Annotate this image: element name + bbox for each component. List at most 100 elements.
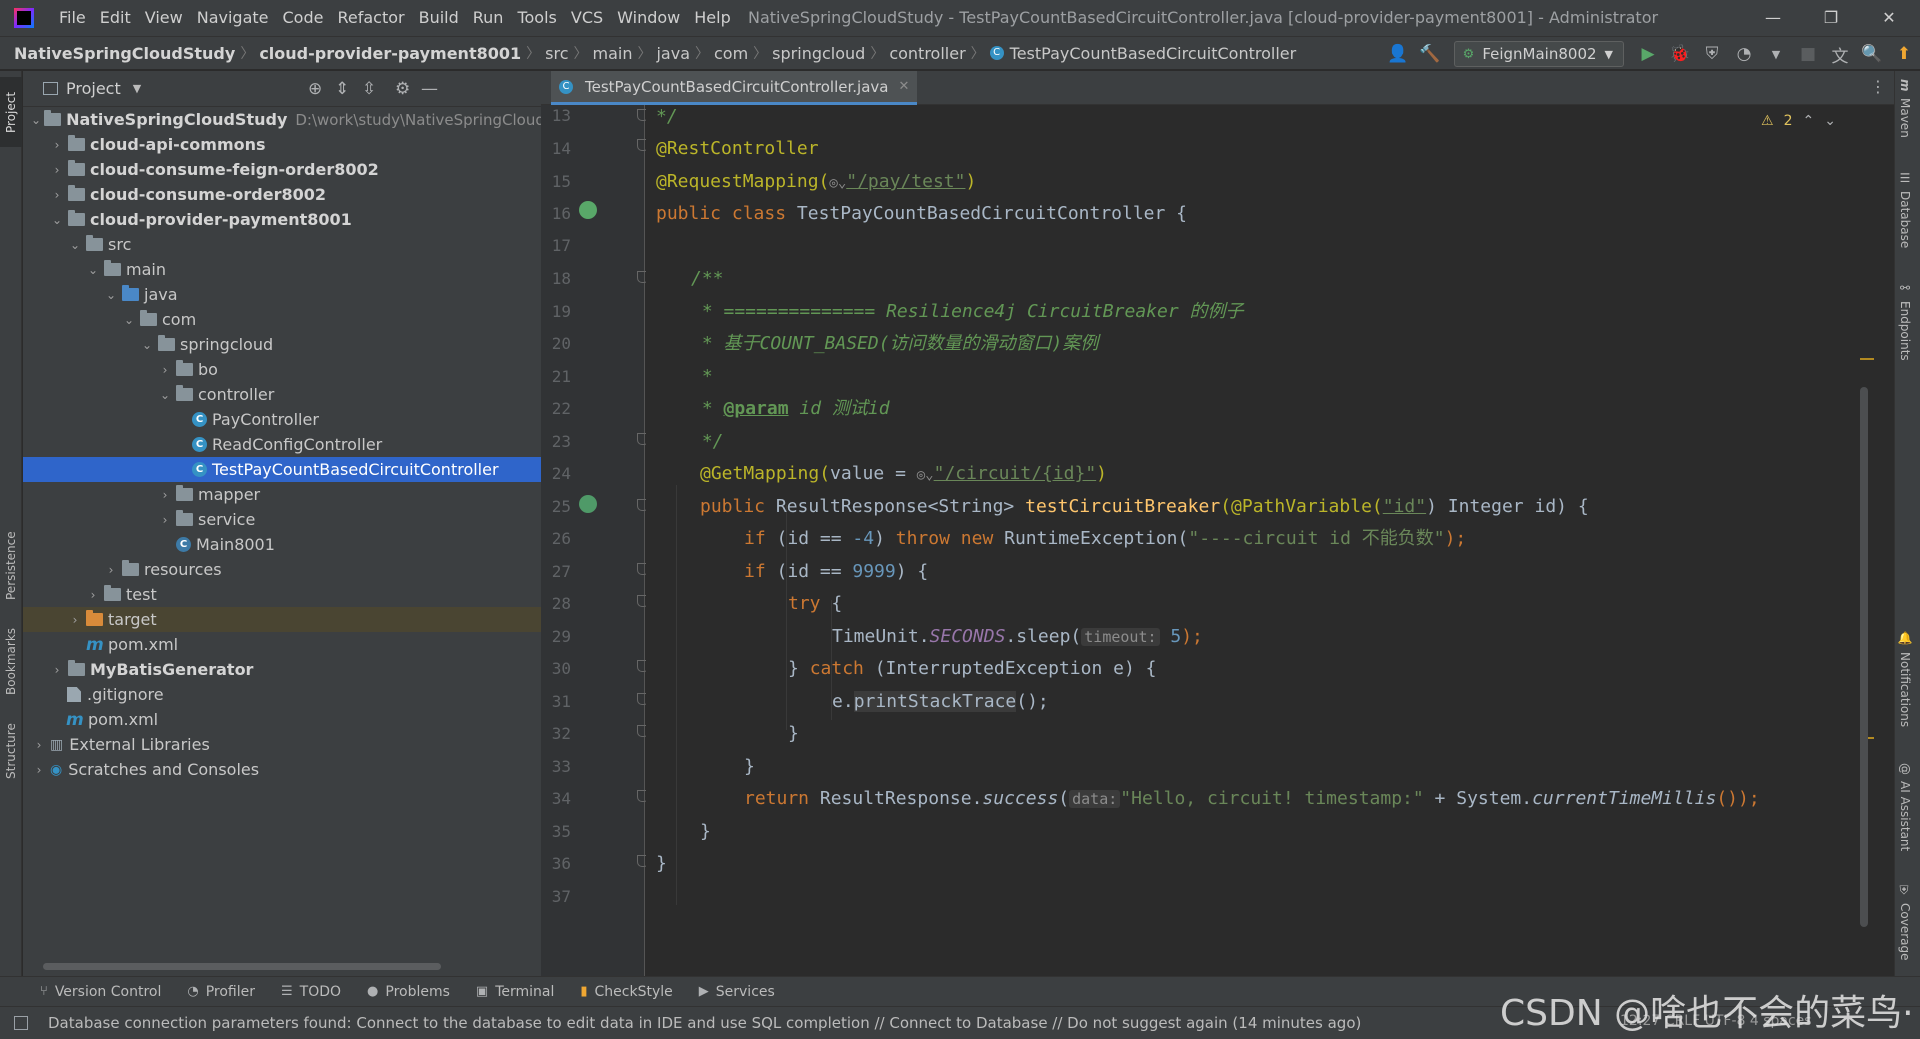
chevron-down-icon[interactable]: ⌄	[67, 238, 83, 252]
tree-item-pom-module[interactable]: m pom.xml	[23, 632, 541, 657]
breadcrumb-class[interactable]: TestPayCountBasedCircuitController	[1010, 44, 1297, 63]
tool-tab-services[interactable]: ▶ Services	[699, 984, 775, 1000]
warning-stripe[interactable]	[1860, 358, 1874, 360]
tree-item-project-root[interactable]: ⌄ NativeSpringCloudStudy D:\work\study\Nat…	[23, 107, 560, 132]
chevron-right-icon[interactable]: ›	[49, 163, 65, 177]
tool-tab-project[interactable]: Project	[0, 77, 22, 147]
tool-tab-version-control[interactable]: ⑂ Version Control	[40, 984, 161, 1000]
expand-all-icon[interactable]: ⇕	[335, 79, 349, 99]
tree-item-external-libraries[interactable]: › ▥ External Libraries	[23, 732, 541, 757]
chevron-up-icon[interactable]: ⌃	[1803, 113, 1815, 129]
minimize-button[interactable]: —	[1750, 0, 1796, 36]
breadcrumb-springcloud[interactable]: springcloud	[772, 44, 865, 63]
tree-item-mybatisgenerator[interactable]: › MyBatisGenerator	[23, 657, 541, 682]
update-icon[interactable]: ⬆	[1891, 41, 1917, 67]
chevron-right-icon[interactable]: ›	[103, 563, 119, 577]
menu-file[interactable]: File	[52, 0, 93, 36]
tree-item-mapper[interactable]: › mapper	[23, 482, 541, 507]
build-hammer-icon[interactable]: 🔨	[1417, 41, 1443, 67]
tool-tab-endpoints[interactable]: ⚯ Endpoints	[1898, 281, 1912, 361]
profiler-icon[interactable]: ◔	[1731, 41, 1757, 67]
spring-bean-icon[interactable]	[579, 201, 597, 219]
editor-tab-active[interactable]: C TestPayCountBasedCircuitController.jav…	[551, 71, 918, 105]
run-with-coverage-icon[interactable]: ⛨	[1699, 41, 1725, 67]
globe-icon[interactable]: ◎⌄	[917, 467, 934, 483]
tree-item-controller[interactable]: ⌄ controller	[23, 382, 541, 407]
tool-tab-bookmarks[interactable]: Bookmarks	[0, 621, 22, 701]
tool-tab-ai-assistant[interactable]: @ AI Assistant	[1898, 763, 1912, 851]
tree-item-src[interactable]: ⌄ src	[23, 232, 541, 257]
tree-item-cloud-provider-payment8001[interactable]: ⌄ cloud-provider-payment8001	[23, 207, 541, 232]
chevron-right-icon[interactable]: ›	[31, 763, 47, 777]
project-panel-title[interactable]: Project	[66, 79, 121, 98]
tool-tab-checkstyle[interactable]: ▮ CheckStyle	[580, 984, 672, 1000]
tree-item-cloud-consume-order8002[interactable]: › cloud-consume-order8002	[23, 182, 541, 207]
chevron-down-icon[interactable]: ▼	[133, 82, 141, 95]
menu-edit[interactable]: Edit	[93, 0, 138, 36]
chevron-right-icon[interactable]: ›	[49, 188, 65, 202]
tree-item-springcloud[interactable]: ⌄ springcloud	[23, 332, 541, 357]
tree-item-main[interactable]: ⌄ main	[23, 257, 541, 282]
tree-item-scratches[interactable]: › ◉ Scratches and Consoles	[23, 757, 541, 782]
tree-item-main8001[interactable]: C Main8001	[23, 532, 541, 557]
chevron-right-icon[interactable]: ›	[49, 663, 65, 677]
tool-tab-coverage[interactable]: ⛨ Coverage	[1898, 885, 1912, 961]
code-editor[interactable]: */ @RestController @RequestMapping(◎⌄"/p…	[646, 105, 1876, 976]
chevron-down-icon[interactable]: ⌄	[31, 113, 41, 127]
menu-code[interactable]: Code	[276, 0, 331, 36]
chevron-down-icon[interactable]: ⌄	[85, 263, 101, 277]
toggle-tool-windows-icon[interactable]	[14, 1016, 28, 1030]
chevron-down-icon[interactable]: ⌄	[157, 388, 173, 402]
tool-tab-maven[interactable]: m Maven	[1898, 79, 1912, 137]
gear-icon[interactable]: ⚙	[395, 79, 410, 99]
tree-item-resources[interactable]: › resources	[23, 557, 541, 582]
chevron-down-icon[interactable]: ⌄	[139, 338, 155, 352]
spring-endpoint-icon[interactable]	[579, 495, 597, 513]
tool-tab-notifications[interactable]: 🔔 Notifications	[1898, 631, 1912, 727]
stop-icon[interactable]: ■	[1795, 41, 1821, 67]
tool-tab-structure[interactable]: Structure	[0, 716, 22, 786]
menu-build[interactable]: Build	[412, 0, 466, 36]
chevron-right-icon[interactable]: ›	[157, 513, 173, 527]
intellij-logo-icon[interactable]	[14, 8, 34, 28]
menu-help[interactable]: Help	[687, 0, 737, 36]
tree-item-test[interactable]: › test	[23, 582, 541, 607]
chevron-down-icon[interactable]: ⌄	[121, 313, 137, 327]
close-button[interactable]: ✕	[1866, 0, 1912, 36]
chevron-down-icon[interactable]: ⌄	[103, 288, 119, 302]
search-icon[interactable]: 🔍	[1859, 41, 1885, 67]
debug-icon[interactable]: 🐞	[1667, 41, 1693, 67]
menu-window[interactable]: Window	[610, 0, 687, 36]
menu-tools[interactable]: Tools	[510, 0, 563, 36]
more-vertical-icon[interactable]: ⋮	[1870, 77, 1886, 96]
menu-view[interactable]: View	[138, 0, 190, 36]
tree-item-pom-root[interactable]: m pom.xml	[23, 707, 541, 732]
tool-tab-database[interactable]: ☰ Database	[1898, 171, 1912, 248]
breadcrumb-project[interactable]: NativeSpringCloudStudy	[14, 44, 235, 63]
collapse-all-icon[interactable]: ⇳	[362, 79, 376, 99]
run-configuration-select[interactable]: ⚙ FeignMain8002 ▼	[1453, 41, 1624, 67]
menu-vcs[interactable]: VCS	[564, 0, 610, 36]
vertical-scrollbar[interactable]	[1860, 387, 1868, 927]
tree-item-com[interactable]: ⌄ com	[23, 307, 541, 332]
tree-item-target[interactable]: › target	[23, 607, 541, 632]
user-icon[interactable]: 👤	[1385, 41, 1411, 67]
hide-panel-icon[interactable]: —	[421, 79, 438, 99]
tree-item-cloud-consume-feign-order8002[interactable]: › cloud-consume-feign-order8002	[23, 157, 541, 182]
tool-tab-persistence[interactable]: Persistence	[0, 526, 22, 606]
menu-run[interactable]: Run	[466, 0, 511, 36]
tree-item-gitignore[interactable]: .gitignore	[23, 682, 541, 707]
more-run-options-icon[interactable]: ▼	[1763, 41, 1789, 67]
tool-tab-problems[interactable]: ● Problems	[367, 984, 450, 1000]
tree-item-testpaycountbasedcircuitcontroller[interactable]: C TestPayCountBasedCircuitController	[23, 457, 541, 482]
chevron-down-icon[interactable]: ⌄	[1824, 113, 1836, 129]
tree-item-cloud-api-commons[interactable]: › cloud-api-commons	[23, 132, 541, 157]
status-message[interactable]: Database connection parameters found: Co…	[48, 1014, 1361, 1032]
breadcrumb-src[interactable]: src	[545, 44, 568, 63]
chevron-right-icon[interactable]: ›	[67, 613, 83, 627]
tree-item-service[interactable]: › service	[23, 507, 541, 532]
chevron-right-icon[interactable]: ›	[85, 588, 101, 602]
close-icon[interactable]: ✕	[898, 79, 909, 94]
tool-tab-todo[interactable]: ☰ TODO	[281, 984, 341, 1000]
horizontal-scrollbar[interactable]	[43, 963, 441, 970]
